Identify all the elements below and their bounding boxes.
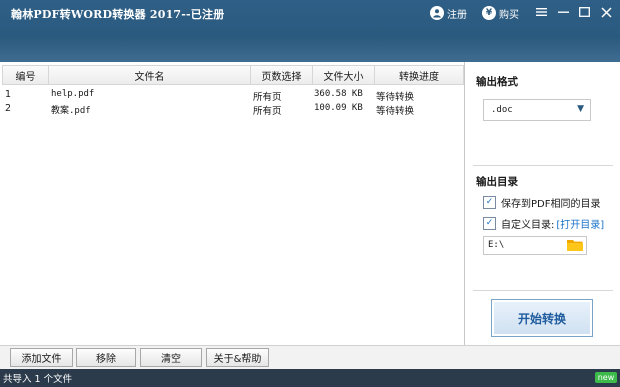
col-header-size[interactable]: 文件大小 bbox=[312, 65, 375, 85]
output-format-title: 输出格式 bbox=[476, 76, 518, 88]
row-size: 100.09 KB bbox=[314, 103, 363, 113]
buy-label: 购买 bbox=[499, 9, 519, 21]
about-help-button[interactable]: 关于&帮助 bbox=[206, 348, 269, 367]
custom-dir-checkbox[interactable]: ✓ 自定义目录: [打开目录] bbox=[483, 216, 604, 231]
output-dir-value: E:\ bbox=[488, 240, 505, 250]
user-icon bbox=[430, 6, 444, 20]
close-icon[interactable] bbox=[598, 4, 614, 20]
col-header-number[interactable]: 编号 bbox=[2, 65, 49, 85]
new-badge: new bbox=[595, 372, 617, 383]
row-progress: 等待转换 bbox=[376, 106, 415, 117]
divider bbox=[473, 165, 613, 166]
row-filename: 教案.pdf bbox=[51, 106, 91, 116]
col-header-pages[interactable]: 页数选择 bbox=[250, 65, 313, 85]
row-pages: 所有页 bbox=[253, 92, 282, 103]
output-format-value: .doc bbox=[491, 105, 513, 115]
col-header-filename[interactable]: 文件名 bbox=[48, 65, 251, 85]
start-convert-button[interactable]: 开始转换 bbox=[491, 299, 593, 337]
title-bar: 翰林PDF转WORD转换器 2017--已注册 注册 ¥ 购买 bbox=[0, 0, 620, 62]
table-row[interactable]: 2 教案.pdf 所有页 100.09 KB 等待转换 bbox=[0, 103, 464, 117]
settings-panel: 输出格式 .doc ▼ 输出目录 ✓ 保存到PDF相同的目录 ✓ 自定义目录: … bbox=[465, 62, 620, 345]
folder-icon[interactable] bbox=[566, 237, 584, 253]
minimize-icon[interactable] bbox=[555, 4, 571, 20]
same-dir-label: 保存到PDF相同的目录 bbox=[501, 199, 601, 210]
app-title: 翰林PDF转WORD转换器 2017--已注册 bbox=[11, 8, 225, 21]
output-format-select[interactable]: .doc ▼ bbox=[483, 99, 591, 121]
same-dir-checkbox[interactable]: ✓ 保存到PDF相同的目录 bbox=[483, 195, 600, 210]
buy-button[interactable]: ¥ 购买 bbox=[482, 4, 519, 22]
col-header-progress[interactable]: 转换进度 bbox=[374, 65, 464, 85]
chevron-down-icon: ▼ bbox=[577, 104, 584, 114]
maximize-icon[interactable] bbox=[576, 4, 592, 20]
divider bbox=[473, 290, 613, 291]
row-size: 360.58 KB bbox=[314, 89, 363, 99]
checkbox-checked-icon: ✓ bbox=[483, 217, 496, 230]
menu-icon[interactable] bbox=[533, 4, 549, 20]
status-bar: 共导入 1 个文件 new bbox=[0, 369, 620, 387]
yen-icon: ¥ bbox=[482, 6, 496, 20]
row-filename: help.pdf bbox=[51, 89, 95, 99]
open-dir-link[interactable]: [打开目录] bbox=[556, 216, 604, 231]
row-progress: 等待转换 bbox=[376, 92, 415, 103]
row-pages: 所有页 bbox=[253, 106, 282, 117]
register-button[interactable]: 注册 bbox=[430, 4, 467, 22]
row-number: 2 bbox=[5, 103, 12, 114]
checkbox-checked-icon: ✓ bbox=[483, 196, 496, 209]
table-row[interactable]: 1 help.pdf 所有页 360.58 KB 等待转换 bbox=[0, 89, 464, 103]
output-dir-title: 输出目录 bbox=[476, 176, 518, 188]
row-number: 1 bbox=[5, 89, 12, 100]
clear-button[interactable]: 清空 bbox=[140, 348, 202, 367]
remove-button[interactable]: 移除 bbox=[76, 348, 136, 367]
custom-dir-label: 自定义目录: bbox=[501, 220, 555, 231]
register-label: 注册 bbox=[447, 9, 467, 21]
add-file-button[interactable]: 添加文件 bbox=[10, 348, 73, 367]
status-text: 共导入 1 个文件 bbox=[3, 374, 73, 385]
file-table[interactable]: 编号 文件名 页数选择 文件大小 转换进度 1 help.pdf 所有页 360… bbox=[0, 62, 465, 345]
bottom-toolbar: 添加文件 移除 清空 关于&帮助 bbox=[0, 345, 620, 370]
